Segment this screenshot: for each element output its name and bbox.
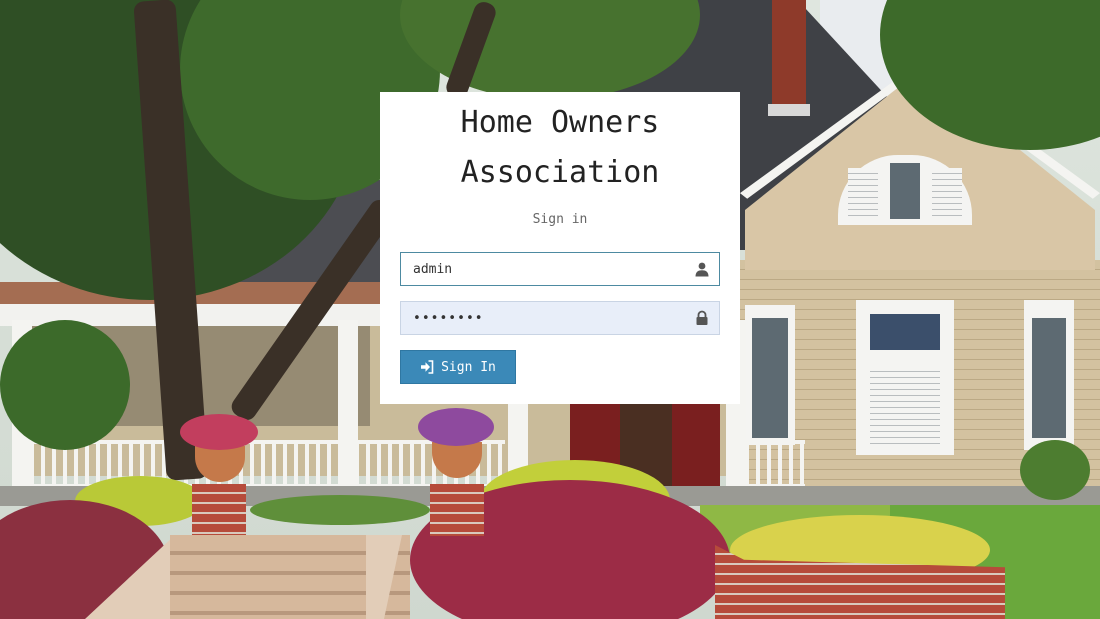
title-line-2: Association xyxy=(460,155,660,190)
user-icon xyxy=(695,262,709,277)
tree-canopy xyxy=(0,320,130,450)
urn-flowers xyxy=(180,414,258,450)
porch-railing xyxy=(355,440,505,488)
chimney-cap xyxy=(768,104,810,116)
porch-window-glass xyxy=(752,318,788,438)
sign-in-button[interactable]: Sign In xyxy=(400,350,516,384)
attic-shutter-right xyxy=(932,168,962,220)
attic-glass xyxy=(890,163,920,219)
stained-glass xyxy=(870,314,940,350)
lock-icon xyxy=(696,310,708,325)
brick-pillar xyxy=(430,484,484,536)
side-window-glass xyxy=(1032,318,1066,438)
password-input[interactable] xyxy=(400,301,720,335)
shrub xyxy=(250,495,430,525)
sign-in-button-label: Sign In xyxy=(441,359,496,375)
urn-flowers xyxy=(418,408,494,446)
password-field xyxy=(400,301,720,335)
attic-shutter-left xyxy=(848,168,878,220)
porch-railing xyxy=(745,440,805,488)
title-line-1: Home Owners xyxy=(460,105,660,140)
window-blinds xyxy=(870,366,940,444)
login-card: Home Owners Association Sign in Sign In xyxy=(380,92,740,404)
page-title: Home Owners Association xyxy=(380,98,740,198)
sign-in-icon xyxy=(421,360,434,374)
shrub xyxy=(1020,440,1090,500)
chimney xyxy=(772,0,806,112)
username-field xyxy=(400,252,720,286)
sign-in-subtitle: Sign in xyxy=(532,212,588,227)
brick-pillar xyxy=(192,484,246,536)
username-input[interactable] xyxy=(400,252,720,286)
